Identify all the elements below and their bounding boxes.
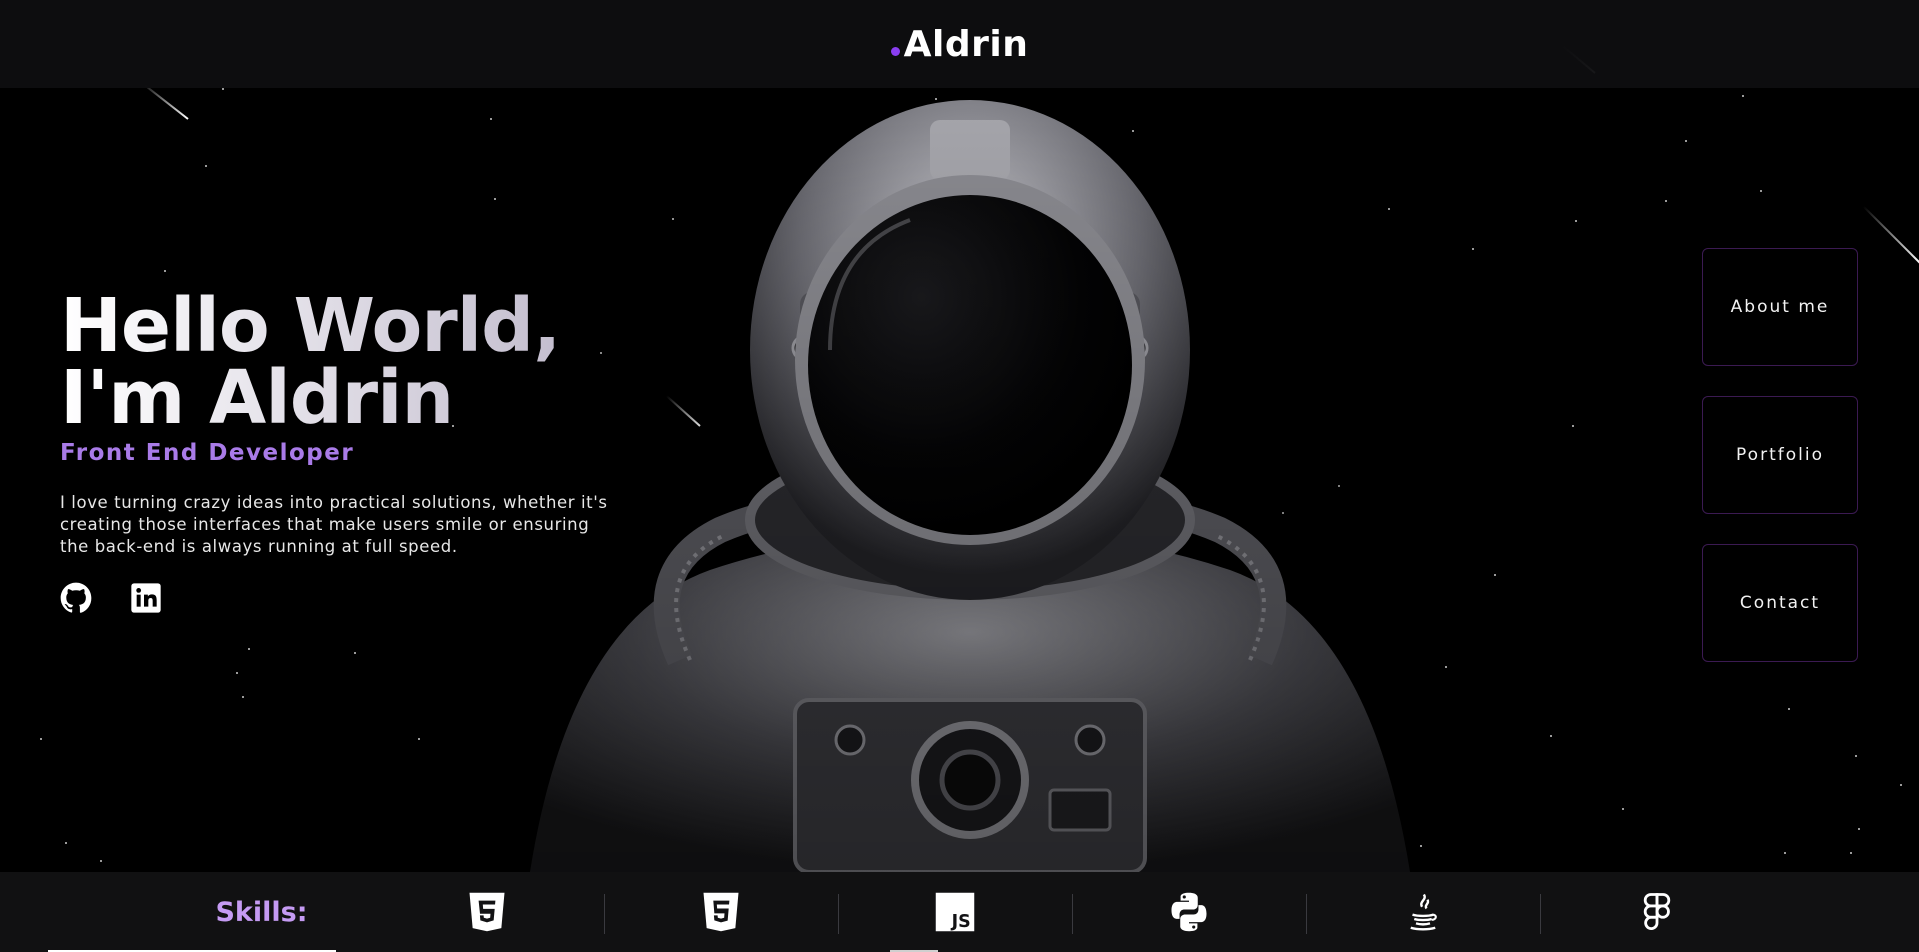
star — [1784, 852, 1786, 854]
star — [164, 270, 166, 272]
skill-css3 — [604, 872, 838, 952]
social-links — [60, 582, 650, 614]
star — [1420, 845, 1422, 847]
star — [100, 860, 102, 862]
star — [1575, 220, 1577, 222]
star — [1622, 808, 1624, 810]
shooting-star — [1862, 205, 1919, 264]
skills-list: JS — [370, 872, 1774, 952]
github-link[interactable] — [60, 582, 92, 614]
hero-description: I love turning crazy ideas into practica… — [60, 493, 608, 556]
css3-icon — [703, 892, 739, 932]
skills-bar: Skills: JS — [0, 872, 1919, 952]
html5-icon — [469, 892, 505, 932]
star — [40, 738, 42, 740]
star — [1760, 190, 1762, 192]
astronaut-illustration — [530, 100, 1410, 872]
javascript-icon: JS — [935, 892, 975, 932]
star — [1494, 574, 1496, 576]
skill-html5 — [370, 872, 604, 952]
star — [1550, 735, 1552, 737]
skill-python — [1072, 872, 1306, 952]
star — [236, 672, 238, 674]
linkedin-link[interactable] — [130, 582, 162, 614]
nav-contact-button[interactable]: Contact — [1702, 544, 1858, 662]
star — [490, 118, 492, 120]
star — [1788, 708, 1790, 710]
hero-title: Hello World, I'm Aldrin — [60, 290, 650, 434]
star — [494, 198, 496, 200]
github-icon — [60, 582, 92, 613]
hero-title-line2: I'm Aldrin — [60, 355, 454, 441]
top-header: Aldrin — [0, 0, 1919, 88]
skill-figma — [1540, 872, 1774, 952]
star — [1850, 852, 1852, 854]
star — [222, 88, 224, 90]
figma-icon — [1643, 893, 1671, 930]
star — [354, 652, 356, 654]
hero-section: Hello World, I'm Aldrin Front End Develo… — [60, 290, 650, 614]
star — [248, 648, 250, 650]
brand-dot-icon — [890, 46, 900, 56]
skill-java — [1306, 872, 1540, 952]
hero-role: Front End Developer — [60, 440, 355, 466]
star — [1572, 425, 1574, 427]
skill-javascript: JS — [838, 872, 1072, 952]
star — [1855, 755, 1857, 757]
linkedin-icon — [131, 583, 161, 613]
star — [65, 842, 67, 844]
brand-name: Aldrin — [903, 23, 1029, 65]
star — [1858, 828, 1860, 830]
star — [205, 165, 207, 167]
star — [242, 696, 244, 698]
star — [418, 738, 420, 740]
star — [1472, 248, 1474, 250]
star — [1900, 784, 1902, 786]
java-icon — [1410, 893, 1437, 931]
side-navigation: About me Portfolio Contact — [1702, 248, 1858, 662]
javascript-icon-text: JS — [951, 912, 971, 932]
python-icon — [1171, 892, 1207, 932]
star — [1665, 200, 1667, 202]
star — [1685, 140, 1687, 142]
nav-about-button[interactable]: About me — [1702, 248, 1858, 366]
brand-logo[interactable]: Aldrin — [890, 23, 1029, 65]
star — [1742, 95, 1744, 97]
star — [1445, 666, 1447, 668]
nav-portfolio-button[interactable]: Portfolio — [1702, 396, 1858, 514]
